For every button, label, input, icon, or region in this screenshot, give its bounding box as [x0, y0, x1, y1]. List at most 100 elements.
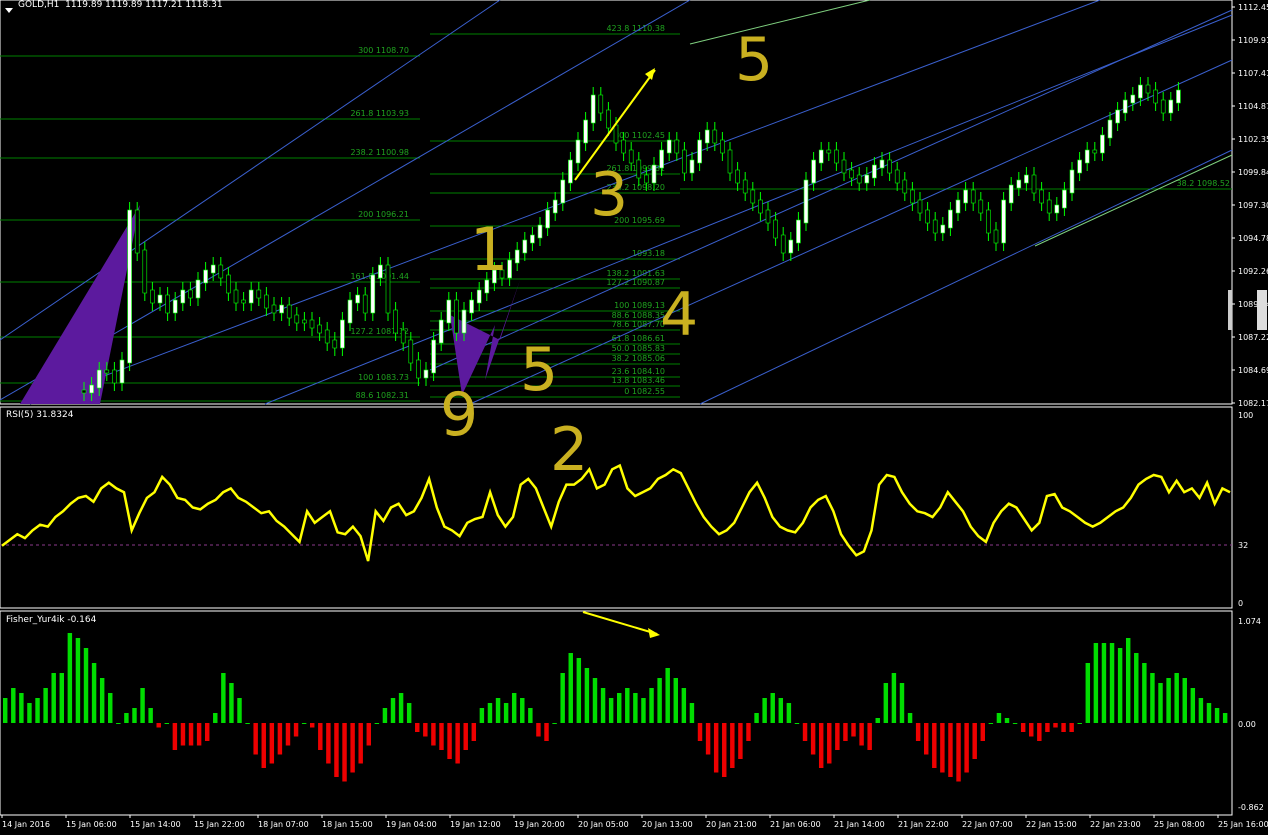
- fisher-bar: [818, 723, 824, 768]
- candle-body: [788, 239, 794, 254]
- candle-body: [446, 299, 452, 324]
- price-axis-label: 1097.30: [1238, 201, 1268, 210]
- fisher-bar: [229, 683, 234, 723]
- fisher-bar: [528, 708, 533, 723]
- trendline: [689, 0, 871, 45]
- candle-body: [180, 289, 186, 304]
- candle-body: [758, 199, 763, 214]
- candle-body: [81, 389, 87, 394]
- arrow-annotation: [582, 611, 658, 635]
- candle-body: [948, 209, 953, 229]
- fisher-bar: [778, 698, 784, 723]
- candle-body: [811, 159, 816, 184]
- fisher-bar: [261, 723, 266, 768]
- fisher-bar: [1166, 678, 1171, 723]
- time-axis-label: 18 Jan 15:00: [322, 820, 373, 829]
- candle-body: [674, 139, 680, 154]
- fisher-bar: [1125, 638, 1131, 723]
- fisher-bar: [455, 723, 460, 764]
- fisher-bar: [1109, 643, 1115, 723]
- fisher-bar: [196, 723, 202, 746]
- candle-body: [134, 209, 140, 254]
- fisher-bar: [463, 723, 468, 750]
- fisher-bar: [600, 688, 606, 723]
- time-axis-label: 14 Jan 2016: [2, 820, 50, 829]
- fisher-bar: [915, 723, 921, 741]
- candle-body: [408, 339, 414, 364]
- fisher-bar: [140, 688, 145, 723]
- price-axis-label: 1104.87: [1238, 102, 1268, 111]
- candle-body: [902, 179, 908, 194]
- candle-body: [362, 294, 368, 314]
- pane-resize-handle[interactable]: [1228, 290, 1232, 330]
- candle-body: [1046, 199, 1052, 214]
- chart-canvas[interactable]: 1112.45 1109.91 1107.41 1104.87 1102.35 1099.…: [0, 0, 1268, 831]
- fisher-bar: [1045, 723, 1050, 732]
- candle-body: [628, 149, 634, 164]
- candle-body: [1031, 174, 1037, 194]
- fisher-bar: [148, 708, 153, 723]
- fisher-bar: [269, 723, 275, 764]
- fisher-bar: [350, 723, 355, 773]
- fisher-bar: [633, 693, 638, 723]
- rsi-scale-label: 0: [1238, 599, 1243, 608]
- fisher-bar: [116, 723, 121, 724]
- price-axis-label: 1107.41: [1238, 69, 1268, 78]
- fisher-bar: [584, 668, 590, 723]
- fib-level-label: 100 1089.13: [614, 301, 665, 310]
- channel-line: [0, 0, 501, 341]
- candle-body: [96, 369, 102, 389]
- candle-body: [233, 289, 239, 304]
- fisher-bar: [1061, 723, 1066, 732]
- fisher-bar: [67, 633, 73, 723]
- candle-body: [765, 209, 771, 224]
- candle-body: [993, 229, 999, 244]
- fisher-bar: [285, 723, 291, 746]
- price-axis-label: 1102.35: [1238, 135, 1268, 144]
- candle-body: [651, 164, 657, 184]
- fisher-bar: [1077, 723, 1082, 724]
- fib-level-label: 300 1108.70: [358, 46, 409, 55]
- candle-body: [1084, 149, 1090, 164]
- candle-body: [438, 319, 444, 344]
- fisher-bar: [536, 723, 541, 737]
- fisher-bar: [358, 723, 363, 764]
- fisher-scale-label: 0.00: [1238, 720, 1256, 729]
- fisher-bar: [479, 708, 485, 723]
- fisher-bar: [1012, 723, 1018, 724]
- fisher-bar: [342, 723, 347, 782]
- time-axis-label: 19 Jan 04:00: [386, 820, 437, 829]
- fisher-bar: [697, 723, 703, 741]
- fisher-bar: [1093, 643, 1099, 723]
- fisher-bar: [59, 673, 64, 723]
- fisher-bar: [1004, 718, 1010, 723]
- candle-body: [1092, 149, 1098, 154]
- candle-body: [552, 199, 558, 214]
- candle-body: [575, 139, 581, 164]
- fib-level-label: 61.8 1086.61: [612, 334, 665, 343]
- candle-body: [355, 294, 360, 304]
- fisher-bar: [988, 723, 994, 724]
- fisher-bar: [91, 663, 97, 723]
- fisher-bar: [641, 698, 646, 723]
- fisher-bar: [75, 638, 81, 723]
- fisher-bar: [883, 683, 889, 723]
- candle-body: [309, 319, 315, 329]
- candle-body: [970, 189, 976, 204]
- trading-chart[interactable]: 1112.45 1109.91 1107.41 1104.87 1102.35 1099.…: [0, 0, 1268, 831]
- candle-body: [932, 219, 938, 234]
- fisher-bar: [722, 723, 727, 777]
- chart-menu-icon[interactable]: [3, 1, 15, 13]
- fisher-bar: [11, 688, 16, 723]
- candle-body: [925, 209, 930, 224]
- candle-body: [1115, 109, 1120, 124]
- fib-level-label: 23.6 1084.10: [612, 367, 665, 376]
- fisher-bar: [447, 723, 452, 759]
- fisher-pane: [0, 610, 1233, 816]
- fisher-bar: [245, 723, 250, 724]
- fisher-bar: [924, 723, 929, 755]
- fisher-bar: [277, 723, 283, 755]
- fisher-bar: [657, 678, 662, 723]
- candle-body: [1160, 99, 1166, 114]
- fisher-bar: [689, 703, 695, 723]
